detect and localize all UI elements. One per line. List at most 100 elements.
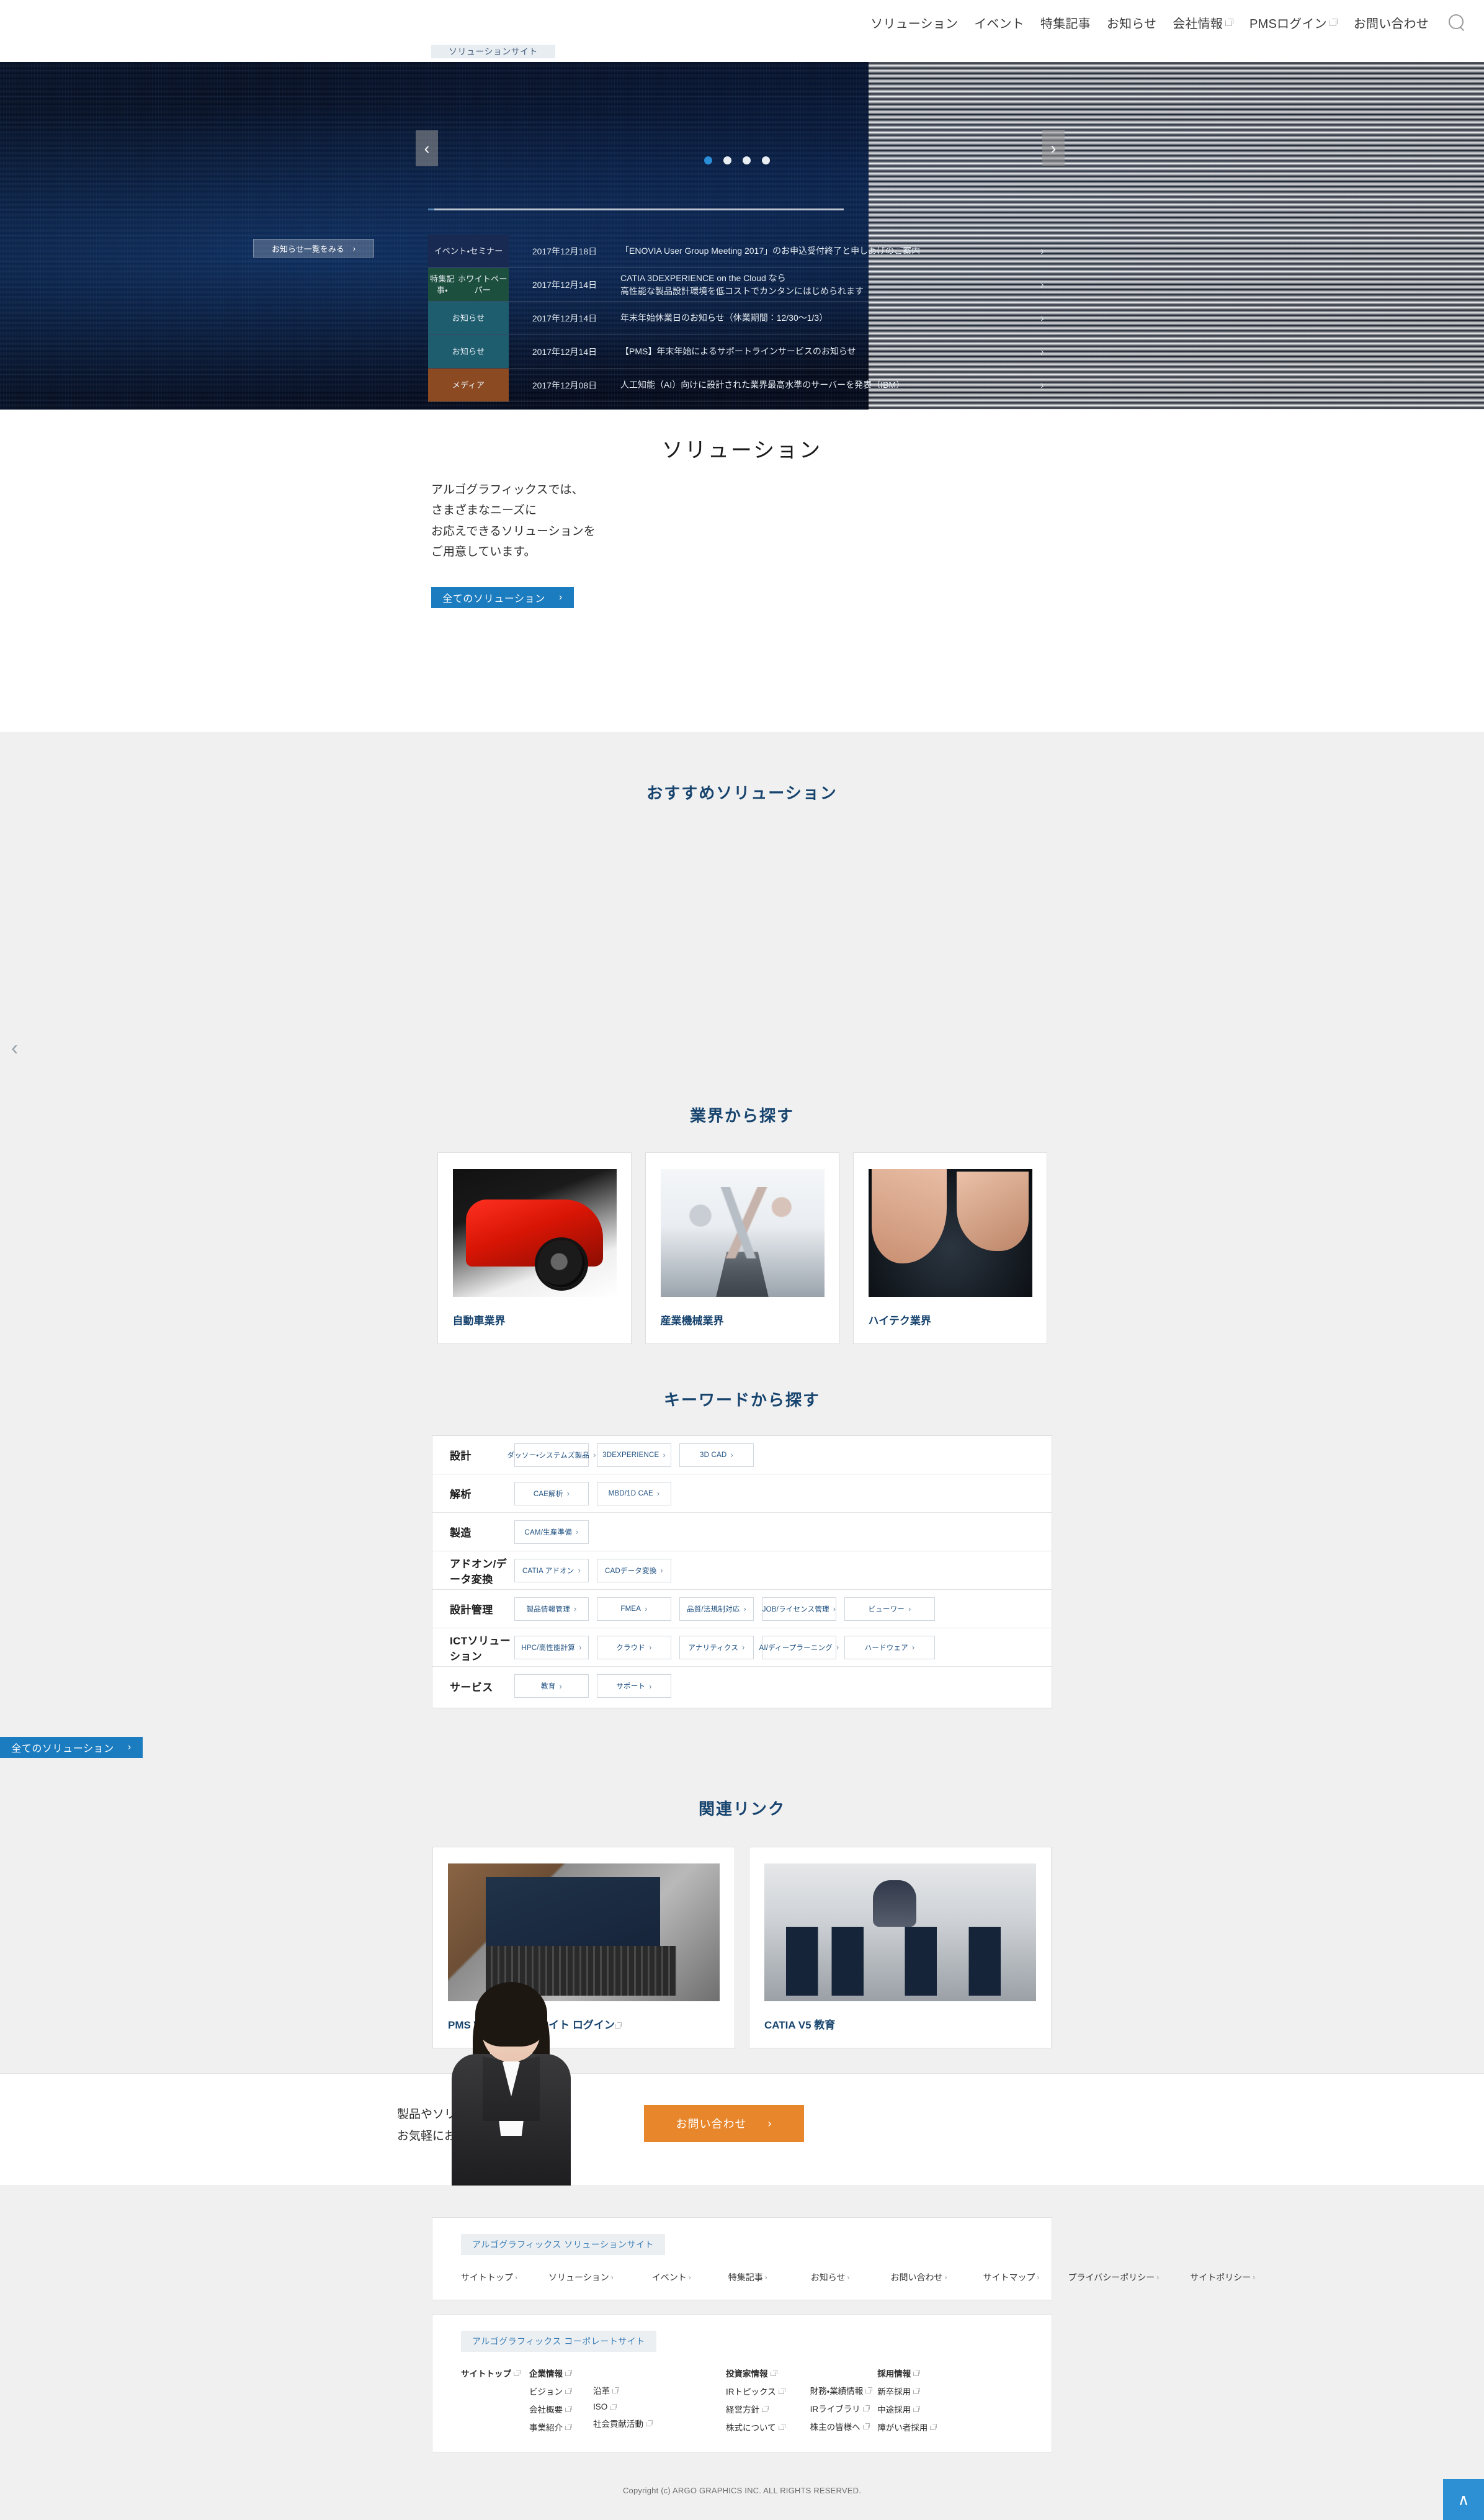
footer-link-3[interactable]: 特集記事 ›	[728, 2271, 767, 2284]
news-row[interactable]: 特集記事・ ホワイトペーパー 2017年12月14日 CATIA 3DEXPERIEN…	[428, 268, 1055, 302]
keyword-all-solutions-button[interactable]: 全てのソリューション ›	[0, 1737, 143, 1758]
footer-corporate-link-label: IRトピックス	[726, 2387, 776, 2397]
keyword-button[interactable]: 品質/法規制対応 ›	[679, 1597, 754, 1621]
chevron-right-icon: ›	[1040, 345, 1044, 357]
chevron-right-icon: ›	[610, 2273, 614, 2282]
search-icon[interactable]	[1447, 13, 1465, 32]
footer-corporate-link[interactable]: 中途採用	[877, 2403, 937, 2415]
footer-corporate-heading-link[interactable]: 投資家情報	[726, 2367, 785, 2379]
nav-item-2[interactable]: 特集記事	[1032, 14, 1099, 32]
nav-item-5[interactable]: PMSログイン	[1241, 14, 1346, 32]
footer-corporate-link[interactable]: 株式について	[726, 2421, 785, 2433]
footer-corporate-link-label: 中途採用	[877, 2405, 911, 2415]
news-row[interactable]: お知らせ 2017年12月14日 【PMS】年末年始によるサポートラインサービスのお…	[428, 335, 1055, 369]
nav-item-1[interactable]: イベント	[966, 14, 1032, 32]
hero-prev-button[interactable]: ‹	[416, 130, 438, 166]
keyword-button[interactable]: 教育 ›	[514, 1674, 589, 1698]
card[interactable]: 自動車業界	[437, 1152, 632, 1344]
keyword-button[interactable]: クラウド ›	[597, 1635, 671, 1659]
hero-dot-3[interactable]	[762, 156, 770, 164]
footer-link-label: お問い合わせ	[890, 2272, 943, 2282]
footer-corporate-link[interactable]: 経営方針	[726, 2403, 785, 2415]
card[interactable]: ハイテク業界	[852, 1152, 1047, 1344]
keyword-button[interactable]: ビューワー ›	[844, 1597, 935, 1621]
footer-link-7[interactable]: プライバシーポリシー ›	[1068, 2271, 1159, 2284]
keyword-button[interactable]: CATIA アドオン ›	[514, 1558, 589, 1582]
keyword-button[interactable]: 3D CAD ›	[679, 1443, 754, 1467]
keyword-button[interactable]: CAE解析 ›	[514, 1481, 589, 1505]
footer-corporate-link[interactable]: 事業紹介	[529, 2421, 572, 2433]
keyword-button[interactable]: 3DEXPERIENCE ›	[597, 1443, 671, 1467]
card[interactable]: CATIA V5 教育	[749, 1847, 1052, 2048]
footer-corporate-link[interactable]: ビジョン	[529, 2385, 572, 2397]
footer-corporate-link[interactable]: 財務・業績情報	[810, 2384, 873, 2397]
keyword-button[interactable]: HPC/高性能計算 ›	[514, 1635, 589, 1659]
all-solutions-button[interactable]: 全てのソリューション ›	[431, 587, 574, 608]
news-row[interactable]: お知らせ 2017年12月14日 年末年始休業日のお知らせ（休業期間：12/30～1…	[428, 302, 1055, 335]
footer-link-4[interactable]: お知らせ ›	[811, 2271, 850, 2284]
hero-dot-2[interactable]	[743, 156, 751, 164]
hero-dot-0[interactable]	[704, 156, 712, 164]
footer-link-0[interactable]: サイトトップ ›	[461, 2271, 517, 2284]
footer-corporate-heading-link[interactable]: サイトトップ	[461, 2367, 521, 2379]
footer-corporate-link[interactable]: 社会貢献活動	[593, 2417, 653, 2429]
recommended-prev-arrow[interactable]: ‹	[11, 1036, 18, 1060]
keyword-button[interactable]: FMEA ›	[597, 1597, 671, 1621]
footer-corporate-columns: サイトトップ 企業情報ビジョン会社概要事業紹介 沿革 ISO 社会貢献活動 投資家情報 IR…	[461, 2367, 1052, 2433]
keyword-button[interactable]: CAM/生産準備 ›	[514, 1520, 589, 1544]
card[interactable]: 産業機械業界	[645, 1152, 839, 1344]
footer-link-1[interactable]: ソリューション ›	[548, 2271, 614, 2284]
footer-corporate-heading-link[interactable]: 採用情報	[877, 2367, 937, 2379]
keyword-button[interactable]: ダッソー・システムズ製品 ›	[507, 1443, 596, 1467]
news-category: 特集記事・ ホワイトペーパー	[428, 268, 509, 301]
footer-corporate-link[interactable]: 会社概要	[529, 2403, 572, 2415]
footer-corporate-link[interactable]: 新卒採用	[877, 2385, 937, 2397]
nav-item-0[interactable]: ソリューション	[862, 14, 966, 32]
back-to-top-button[interactable]: ∧	[1443, 2479, 1484, 2520]
keyword-button[interactable]: MBD/1D CAE ›	[597, 1481, 671, 1505]
keyword-button[interactable]: サポート ›	[597, 1674, 671, 1698]
keyword-button[interactable]: CADデータ変換 ›	[597, 1558, 671, 1582]
footer-corporate-link[interactable]: ISO	[593, 2402, 653, 2411]
external-link-icon	[614, 2022, 622, 2029]
footer-link-6[interactable]: サイトマップ ›	[983, 2271, 1039, 2284]
breadcrumb[interactable]: ソリューションサイト	[431, 45, 555, 58]
contact-button[interactable]: お問い合わせ ›	[644, 2105, 804, 2142]
footer-link-label: プライバシーポリシー	[1068, 2272, 1155, 2282]
footer-corporate-link[interactable]: 沿革	[593, 2384, 653, 2397]
keyword-row: 製造 CAM/生産準備 ›	[432, 1513, 1052, 1551]
footer-link-8[interactable]: サイトポリシー ›	[1190, 2271, 1255, 2284]
news-more-button[interactable]: お知らせ一覧をみる ›	[253, 239, 374, 258]
news-row[interactable]: メディア 2017年12月08日 人工知能（AI）向けに設計された業界最高水準のサー…	[428, 369, 1055, 402]
footer-corporate-heading-link[interactable]: 企業情報	[529, 2367, 572, 2379]
card-label: 自動車業界	[452, 1315, 506, 1327]
keyword-button[interactable]: JOB/ライセンス管理 ›	[762, 1597, 836, 1621]
footer-corporate-link-label: 社会貢献活動	[593, 2419, 643, 2429]
news-row[interactable]: イベント・ セミナー 2017年12月18日 「ENOVIA User Group M…	[428, 235, 1055, 268]
footer-corporate-link-label: 会社概要	[529, 2405, 563, 2415]
nav-item-6[interactable]: お問い合わせ	[1346, 14, 1437, 32]
card-label: 産業機械業界	[660, 1315, 724, 1327]
footer-link-2[interactable]: イベント ›	[652, 2271, 691, 2284]
footer-corporate-link[interactable]: 株主の皆様へ	[810, 2420, 873, 2433]
chevron-right-icon: ›	[127, 1742, 132, 1752]
nav-item-3[interactable]: お知らせ	[1099, 14, 1164, 32]
keyword-section: キーワードから探す 設計 ダッソー・システムズ製品 › 3DEXPERIENCE › 3D…	[0, 1363, 1484, 1758]
footer-corporate-link[interactable]: 障がい者採用	[877, 2421, 937, 2433]
hero-progress-line	[428, 209, 844, 210]
footer-corporate-heading-label: 企業情報	[529, 2369, 563, 2379]
keyword-button[interactable]: 製品情報管理 ›	[514, 1597, 589, 1621]
footer-corporate-link[interactable]: IRトピックス	[726, 2385, 785, 2397]
keyword-button[interactable]: AI/ディープラーニング ›	[759, 1635, 839, 1659]
breadcrumb-row: ソリューションサイト	[0, 45, 1484, 62]
nav-item-4[interactable]: 会社情報	[1164, 14, 1241, 32]
footer-corporate-link[interactable]: IRライブラリ	[810, 2402, 873, 2415]
external-link-icon	[913, 2406, 921, 2412]
keyword-button-label: ダッソー・システムズ製品	[507, 1451, 589, 1460]
hero-dot-1[interactable]	[723, 156, 731, 164]
footer-link-5[interactable]: お問い合わせ ›	[890, 2271, 947, 2284]
hero-pagination-dots[interactable]	[704, 156, 770, 164]
keyword-button[interactable]: アナリティクス ›	[679, 1635, 754, 1659]
keyword-button[interactable]: ハードウェア ›	[844, 1635, 935, 1659]
hero-next-button[interactable]: ›	[1042, 130, 1065, 166]
